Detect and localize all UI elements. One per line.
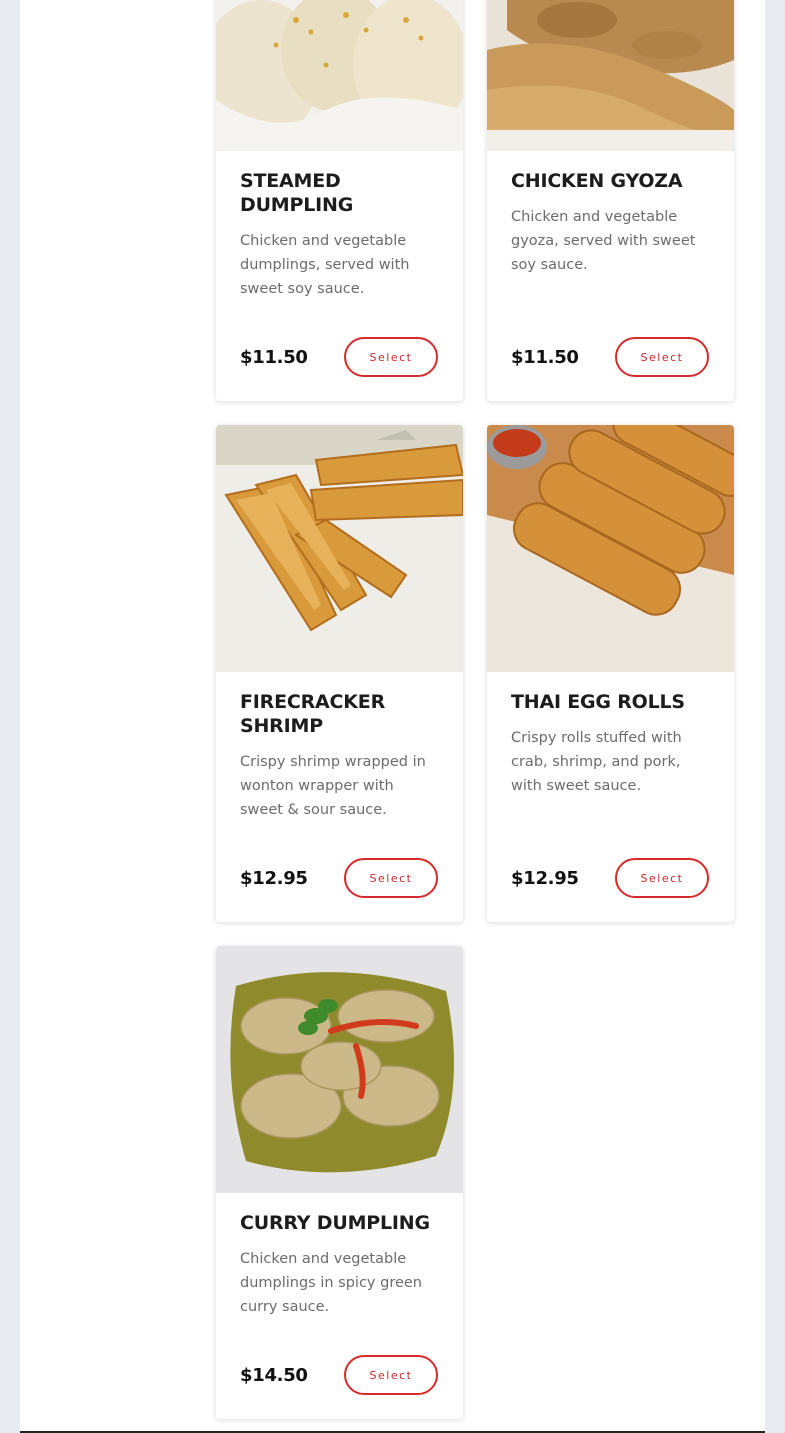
item-title: Firecracker Shrimp: [240, 691, 386, 737]
menu-item-card[interactable]: Curry Dumpling Chicken and vegetable dum…: [216, 946, 463, 1419]
item-price: $11.50: [511, 346, 579, 368]
select-button[interactable]: Select: [344, 1355, 438, 1395]
steamed-dumpling-photo: [216, 0, 463, 151]
item-title: Curry Dumpling: [240, 1212, 430, 1234]
thai-egg-rolls-photo: [487, 425, 734, 672]
menu-item-card[interactable]: Thai Egg Rolls Crispy rolls stuffed with…: [487, 425, 734, 922]
item-price: $14.50: [240, 1364, 308, 1386]
item-price: $12.95: [511, 867, 579, 889]
item-price: $12.95: [240, 867, 308, 889]
item-title: Chicken Gyoza: [511, 170, 683, 192]
select-button[interactable]: Select: [615, 858, 709, 898]
menu-item-card[interactable]: Firecracker Shrimp Crispy shrimp wrapped…: [216, 425, 463, 922]
chicken-gyoza-photo: [487, 0, 734, 151]
select-button[interactable]: Select: [615, 337, 709, 377]
item-description: Crispy rolls stuffed with crab, shrimp, …: [511, 730, 682, 794]
curry-dumpling-photo: [216, 946, 463, 1193]
item-description: Crispy shrimp wrapped in wonton wrapper …: [240, 754, 426, 818]
menu-item-card[interactable]: Steamed Dumpling Chicken and vegetable d…: [216, 0, 463, 401]
menu-item-card[interactable]: Chicken Gyoza Chicken and vegetable gyoz…: [487, 0, 734, 401]
item-price: $11.50: [240, 346, 308, 368]
item-title: Steamed Dumpling: [240, 170, 354, 216]
firecracker-shrimp-photo: [216, 425, 463, 672]
item-description: Chicken and vegetable gyoza, served with…: [511, 209, 696, 273]
select-button[interactable]: Select: [344, 858, 438, 898]
item-title: Thai Egg Rolls: [511, 691, 685, 713]
select-button[interactable]: Select: [344, 337, 438, 377]
item-description: Chicken and vegetable dumplings in spicy…: [240, 1251, 422, 1315]
item-description: Chicken and vegetable dumplings, served …: [240, 233, 410, 297]
